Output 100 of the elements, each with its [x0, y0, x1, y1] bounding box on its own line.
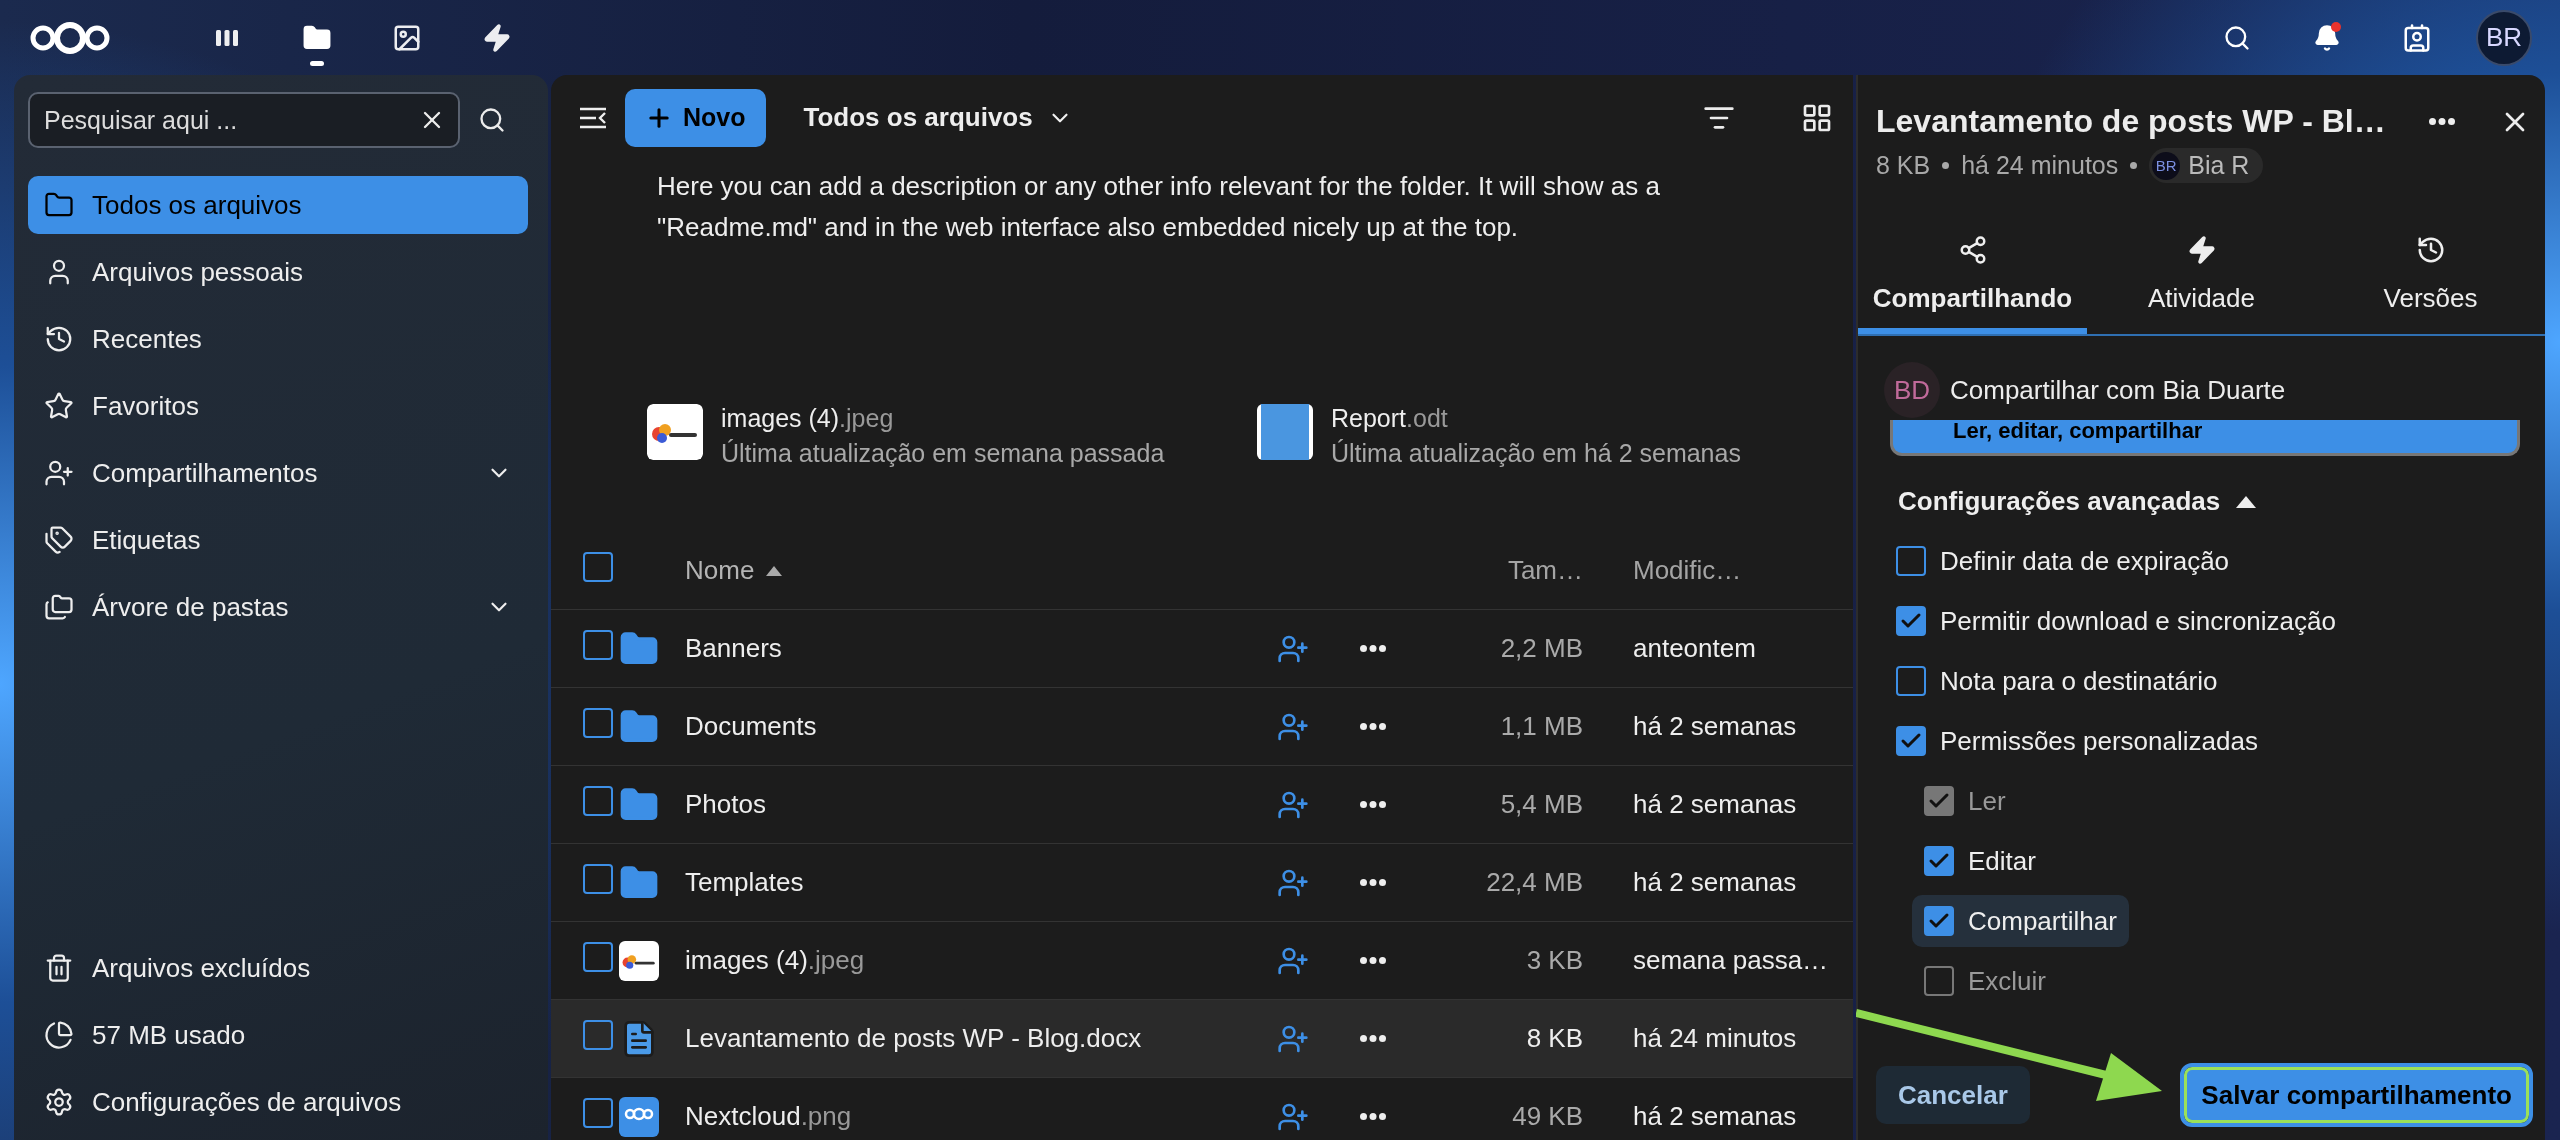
owner-chip[interactable]: BR Bia R [2149, 148, 2264, 183]
new-button[interactable]: Novo [625, 88, 766, 147]
user-avatar[interactable]: BR [2476, 9, 2532, 66]
file-modified: há 2 semanas [1632, 1101, 1798, 1132]
column-header[interactable]: Tam… [1413, 555, 1583, 586]
file-row[interactable]: Documents 1,1 MB há 2 semanas [551, 688, 1853, 766]
file-modified: anteontem [1632, 633, 1757, 664]
sidebar-tab[interactable]: Atividade [2087, 227, 2316, 334]
file-row[interactable]: Nextcloud.png 49 KB há 2 semanas [551, 1078, 1853, 1140]
file-name: Banners [684, 633, 783, 664]
star-icon [44, 391, 74, 421]
file-name: Report.odt [1331, 404, 1449, 433]
file-modified: há 2 semanas [1632, 789, 1798, 820]
more-icon [1360, 723, 1386, 730]
lightning-icon [482, 22, 512, 53]
row-checkbox[interactable] [583, 1020, 613, 1050]
select-all-checkbox[interactable] [583, 552, 613, 582]
option-checkbox[interactable]: Nota para o destinatário [1884, 655, 2230, 707]
file-name: Nextcloud.png [684, 1101, 853, 1132]
row-checkbox[interactable] [583, 1098, 613, 1128]
contact-card-icon [2402, 22, 2432, 53]
file-row[interactable]: Photos 5,4 MB há 2 semanas [551, 766, 1853, 844]
file-size: 1,1 MB [1499, 711, 1583, 742]
row-checkbox[interactable] [583, 864, 613, 894]
cancel-button[interactable]: Cancelar [1876, 1066, 2030, 1124]
row-checkbox[interactable] [583, 942, 613, 972]
row-checkbox[interactable] [583, 630, 613, 660]
file-subtitle: Última atualização em há 2 semanas [1331, 439, 1741, 468]
separator-dot [2130, 162, 2138, 169]
file-size: 2,2 MB [1499, 633, 1583, 664]
recent-file-card[interactable]: Report.odt Última atualização em há 2 semanas [1257, 404, 1817, 480]
file-row[interactable]: Levantamento de posts WP - Blog.docx 8 KB há 24 minutos [551, 1000, 1853, 1078]
option-checkbox[interactable]: Editar [1912, 835, 2048, 887]
file-modified: há 24 minutos [1632, 1023, 1798, 1054]
dashboard-icon [216, 29, 238, 46]
separator-dot [1942, 162, 1950, 169]
sidebar-tab[interactable]: Versões [2316, 227, 2545, 334]
settings-icon [44, 1087, 74, 1117]
file-size: 5,4 MB [1499, 789, 1583, 820]
file-subtitle: Última atualização em semana passada [721, 439, 1165, 468]
file-name: images (4).jpeg [721, 404, 895, 433]
option-checkbox[interactable]: Compartilhar [1912, 895, 2129, 947]
file-modified: há 2 semanas [1632, 711, 1798, 742]
file-name: Photos [684, 789, 767, 820]
pie-chart-icon [44, 1020, 74, 1050]
file-size: 8 KB [1525, 1023, 1583, 1054]
caret-up-icon [2236, 495, 2257, 508]
search-field[interactable]: Pesquisar aqui ... [28, 92, 460, 148]
add-user-icon [44, 458, 74, 488]
sidebar-item[interactable]: Arquivos pessoais [28, 243, 528, 301]
row-checkbox[interactable] [583, 708, 613, 738]
more-icon [2429, 118, 2455, 125]
file-name: Templates [684, 867, 805, 898]
sidebar-item[interactable]: Todos os arquivos [28, 176, 528, 234]
option-checkbox[interactable]: Definir data de expiração [1884, 535, 2242, 587]
sidebar-tab[interactable]: Compartilhando [1858, 227, 2087, 334]
file-size: 49 KB [1511, 1101, 1583, 1132]
sidebar-item[interactable]: Etiquetas [28, 511, 528, 569]
readme-text: Here you can add a description or any other info relevant for the folder. It will show as a "Readme.md" and in the web interface also embedded nicely up at the top. [656, 170, 1661, 244]
option-checkbox[interactable]: Permitir download e sincronização [1884, 595, 2348, 647]
sidebar-item[interactable]: Recentes [28, 310, 528, 368]
sidebar-item[interactable]: Árvore de pastas [28, 578, 528, 636]
more-icon [1360, 1113, 1386, 1120]
collapse-menu-icon [579, 106, 607, 129]
file-title: Levantamento de posts WP - Bl… [1876, 103, 2387, 140]
file-row[interactable]: Templates 22,4 MB há 2 semanas [551, 844, 1853, 922]
active-indicator [310, 60, 324, 66]
sidebar-item[interactable]: 57 MB usado [28, 1006, 528, 1064]
bell-icon [2313, 23, 2341, 52]
advanced-settings-toggle[interactable]: Configurações avançadas [1898, 486, 2525, 517]
logo-icon [28, 20, 112, 55]
more-icon [1360, 801, 1386, 808]
option-checkbox[interactable]: Permissões personalizadas [1884, 715, 2270, 767]
file-size: 3 KB [1525, 945, 1583, 976]
history-icon [44, 324, 74, 354]
file-name: Documents [684, 711, 818, 742]
file-modified: há 2 semanas [1632, 867, 1798, 898]
sidebar-item[interactable]: Favoritos [28, 377, 528, 435]
share-recipient: Compartilhar com Bia Duarte [1950, 374, 2286, 406]
sidebar-item[interactable]: Arquivos excluídos [28, 939, 528, 997]
row-checkbox[interactable] [583, 786, 613, 816]
search-icon [478, 106, 506, 134]
sidebar-item[interactable]: Configurações de arquivos [28, 1073, 528, 1131]
sidebar-item[interactable]: Compartilhamentos [28, 444, 528, 502]
file-modified: semana passa… [1632, 945, 1830, 976]
more-icon [1360, 957, 1386, 964]
breadcrumb-button[interactable]: Todos os arquivos [797, 101, 1079, 134]
file-name: Levantamento de posts WP - Blog.docx [684, 1023, 1143, 1054]
file-size: 22,4 MB [1485, 867, 1583, 898]
sort-up-icon [766, 565, 783, 576]
permissions-dropdown[interactable]: Ler, editar, compartilhar [1890, 420, 2520, 456]
more-icon [1360, 1035, 1386, 1042]
document-thumbnail-icon [1257, 404, 1313, 460]
logo-thumbnail-icon [619, 1096, 659, 1137]
recent-file-card[interactable]: images (4).jpeg Última atualização em semana passada [647, 404, 1207, 480]
column-header[interactable]: Nome [671, 555, 1253, 586]
lightning-icon [2186, 235, 2217, 265]
column-header[interactable]: Modific… [1583, 555, 1853, 586]
tags-icon [44, 525, 74, 555]
file-row[interactable]: Banners 2,2 MB anteontem [551, 610, 1853, 688]
